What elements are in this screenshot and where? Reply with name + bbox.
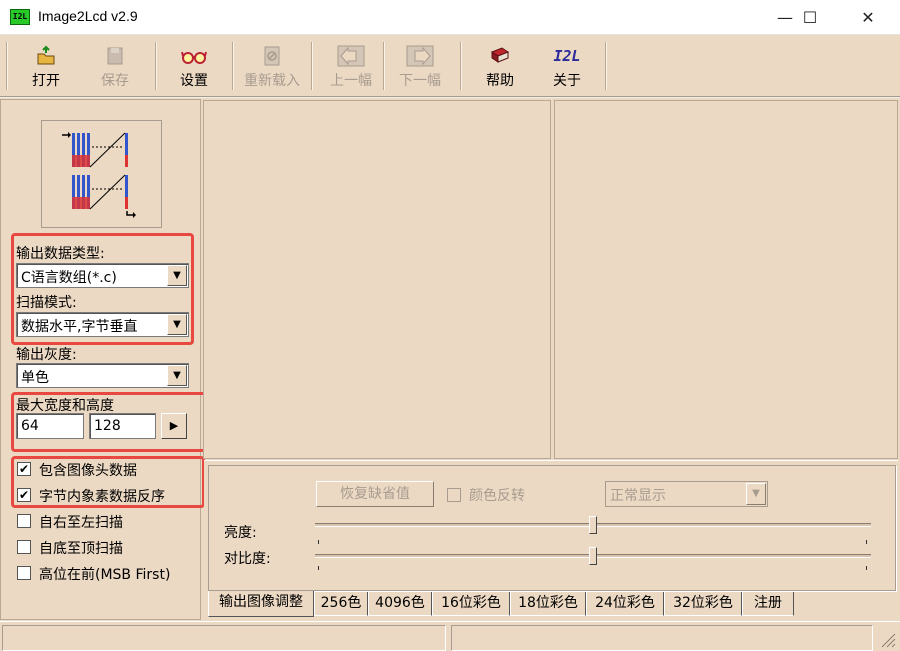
tab-16bit-color[interactable]: 16位彩色 xyxy=(432,592,510,616)
save-button[interactable]: 保存 xyxy=(95,44,135,94)
reload-icon xyxy=(264,46,280,66)
status-bar xyxy=(0,621,900,651)
save-label: 保存 xyxy=(101,73,129,89)
tab-output-adjust[interactable]: 输出图像调整 xyxy=(208,591,314,617)
checkbox-box[interactable] xyxy=(447,488,461,502)
settings-label: 设置 xyxy=(180,73,208,89)
arrow-left-icon xyxy=(337,45,365,67)
output-image-pane xyxy=(554,100,898,459)
slider-tick xyxy=(866,540,867,544)
display-mode-select[interactable]: 正常显示 ▼ xyxy=(605,481,768,507)
toolbar-separator xyxy=(383,42,385,90)
checkbox-box[interactable] xyxy=(17,514,31,528)
help-book-icon xyxy=(490,47,510,63)
next-image-button[interactable]: 下一幅 xyxy=(395,44,445,94)
gray-select[interactable]: 单色 ▼ xyxy=(16,363,189,388)
gray-value: 单色 xyxy=(21,370,49,386)
open-button[interactable]: 打开 xyxy=(26,44,66,94)
tab-32bit-color[interactable]: 32位彩色 xyxy=(664,592,742,616)
window-title: Image2Lcd v2.9 xyxy=(38,8,138,24)
save-disk-icon xyxy=(107,47,123,65)
toolbar-separator xyxy=(155,42,157,90)
toolbar-separator xyxy=(6,42,8,90)
slider-tick xyxy=(318,566,319,570)
about-label: 关于 xyxy=(553,73,581,89)
about-button[interactable]: I2L 关于 xyxy=(547,44,587,94)
adjust-group xyxy=(208,465,896,591)
tab-register[interactable]: 注册 xyxy=(742,592,794,616)
gray-label: 输出灰度: xyxy=(16,347,77,363)
toolbar-separator xyxy=(232,42,234,90)
restore-defaults-button[interactable]: 恢复缺省值 xyxy=(316,481,434,507)
toolbar-separator xyxy=(460,42,462,90)
checkbox-label: 高位在前(MSB First) xyxy=(39,567,171,583)
status-cell-left xyxy=(2,625,446,651)
scan-mode-preview xyxy=(41,120,162,228)
tab-18bit-color[interactable]: 18位彩色 xyxy=(510,592,586,616)
highlight-frame-checkboxes xyxy=(11,456,205,508)
tab-24bit-color[interactable]: 24位彩色 xyxy=(586,592,664,616)
brightness-label: 亮度: xyxy=(224,525,257,541)
glasses-icon xyxy=(181,51,207,64)
image-adjust-panel: 恢复缺省值 颜色反转 正常显示 ▼ 亮度: 对比度: xyxy=(204,460,898,591)
brightness-slider-thumb[interactable] xyxy=(589,516,597,534)
reload-button[interactable]: 重新载入 xyxy=(240,44,304,94)
toolbar: 打开 保存 设置 重新载入 上一幅 下一幅 帮助 I2L 关于 xyxy=(0,36,900,98)
contrast-label: 对比度: xyxy=(224,551,271,567)
checkbox-label: 自右至左扫描 xyxy=(39,515,123,531)
arrow-right-icon xyxy=(406,45,434,67)
i2l-logo-icon: I2L xyxy=(553,47,581,65)
reload-label: 重新载入 xyxy=(244,73,300,89)
app-icon: I2L xyxy=(10,9,30,25)
invert-color-label: 颜色反转 xyxy=(469,488,525,504)
slider-tick xyxy=(318,540,319,544)
chevron-down-icon[interactable]: ▼ xyxy=(167,365,187,386)
source-image-pane xyxy=(203,100,551,459)
close-button[interactable]: ✕ xyxy=(845,0,891,35)
open-label: 打开 xyxy=(32,73,60,89)
highlight-frame-output-scan xyxy=(11,233,194,345)
checkbox-box[interactable] xyxy=(17,540,31,554)
checkbox-box[interactable] xyxy=(17,566,31,580)
next-image-label: 下一幅 xyxy=(399,73,441,89)
open-folder-icon xyxy=(37,45,55,65)
settings-panel: 输出数据类型: C语言数组(*.c) ▼ 扫描模式: 数据水平,字节垂直 ▼ 输… xyxy=(0,99,201,620)
help-button[interactable]: 帮助 xyxy=(480,44,520,94)
contrast-slider-thumb[interactable] xyxy=(589,547,597,565)
tab-4096-color[interactable]: 4096色 xyxy=(368,592,432,616)
chevron-down-icon[interactable]: ▼ xyxy=(746,483,766,505)
scan-mode-diagram-icon xyxy=(62,132,136,218)
checkbox-label: 自底至顶扫描 xyxy=(39,541,123,557)
slider-tick xyxy=(866,566,867,570)
toolbar-separator xyxy=(311,42,313,90)
maximize-button[interactable]: ☐ xyxy=(787,0,833,35)
highlight-frame-size xyxy=(11,392,207,452)
toolbar-separator xyxy=(605,42,607,90)
prev-image-label: 上一幅 xyxy=(330,73,372,89)
prev-image-button[interactable]: 上一幅 xyxy=(326,44,376,94)
help-label: 帮助 xyxy=(486,73,514,89)
title-bar: I2L Image2Lcd v2.9 — ☐ ✕ xyxy=(0,0,900,35)
settings-button[interactable]: 设置 xyxy=(174,44,214,94)
resize-grip-icon[interactable] xyxy=(878,630,896,648)
status-cell-right xyxy=(451,625,873,651)
tab-256-color[interactable]: 256色 xyxy=(314,592,368,616)
display-mode-value: 正常显示 xyxy=(610,488,666,504)
